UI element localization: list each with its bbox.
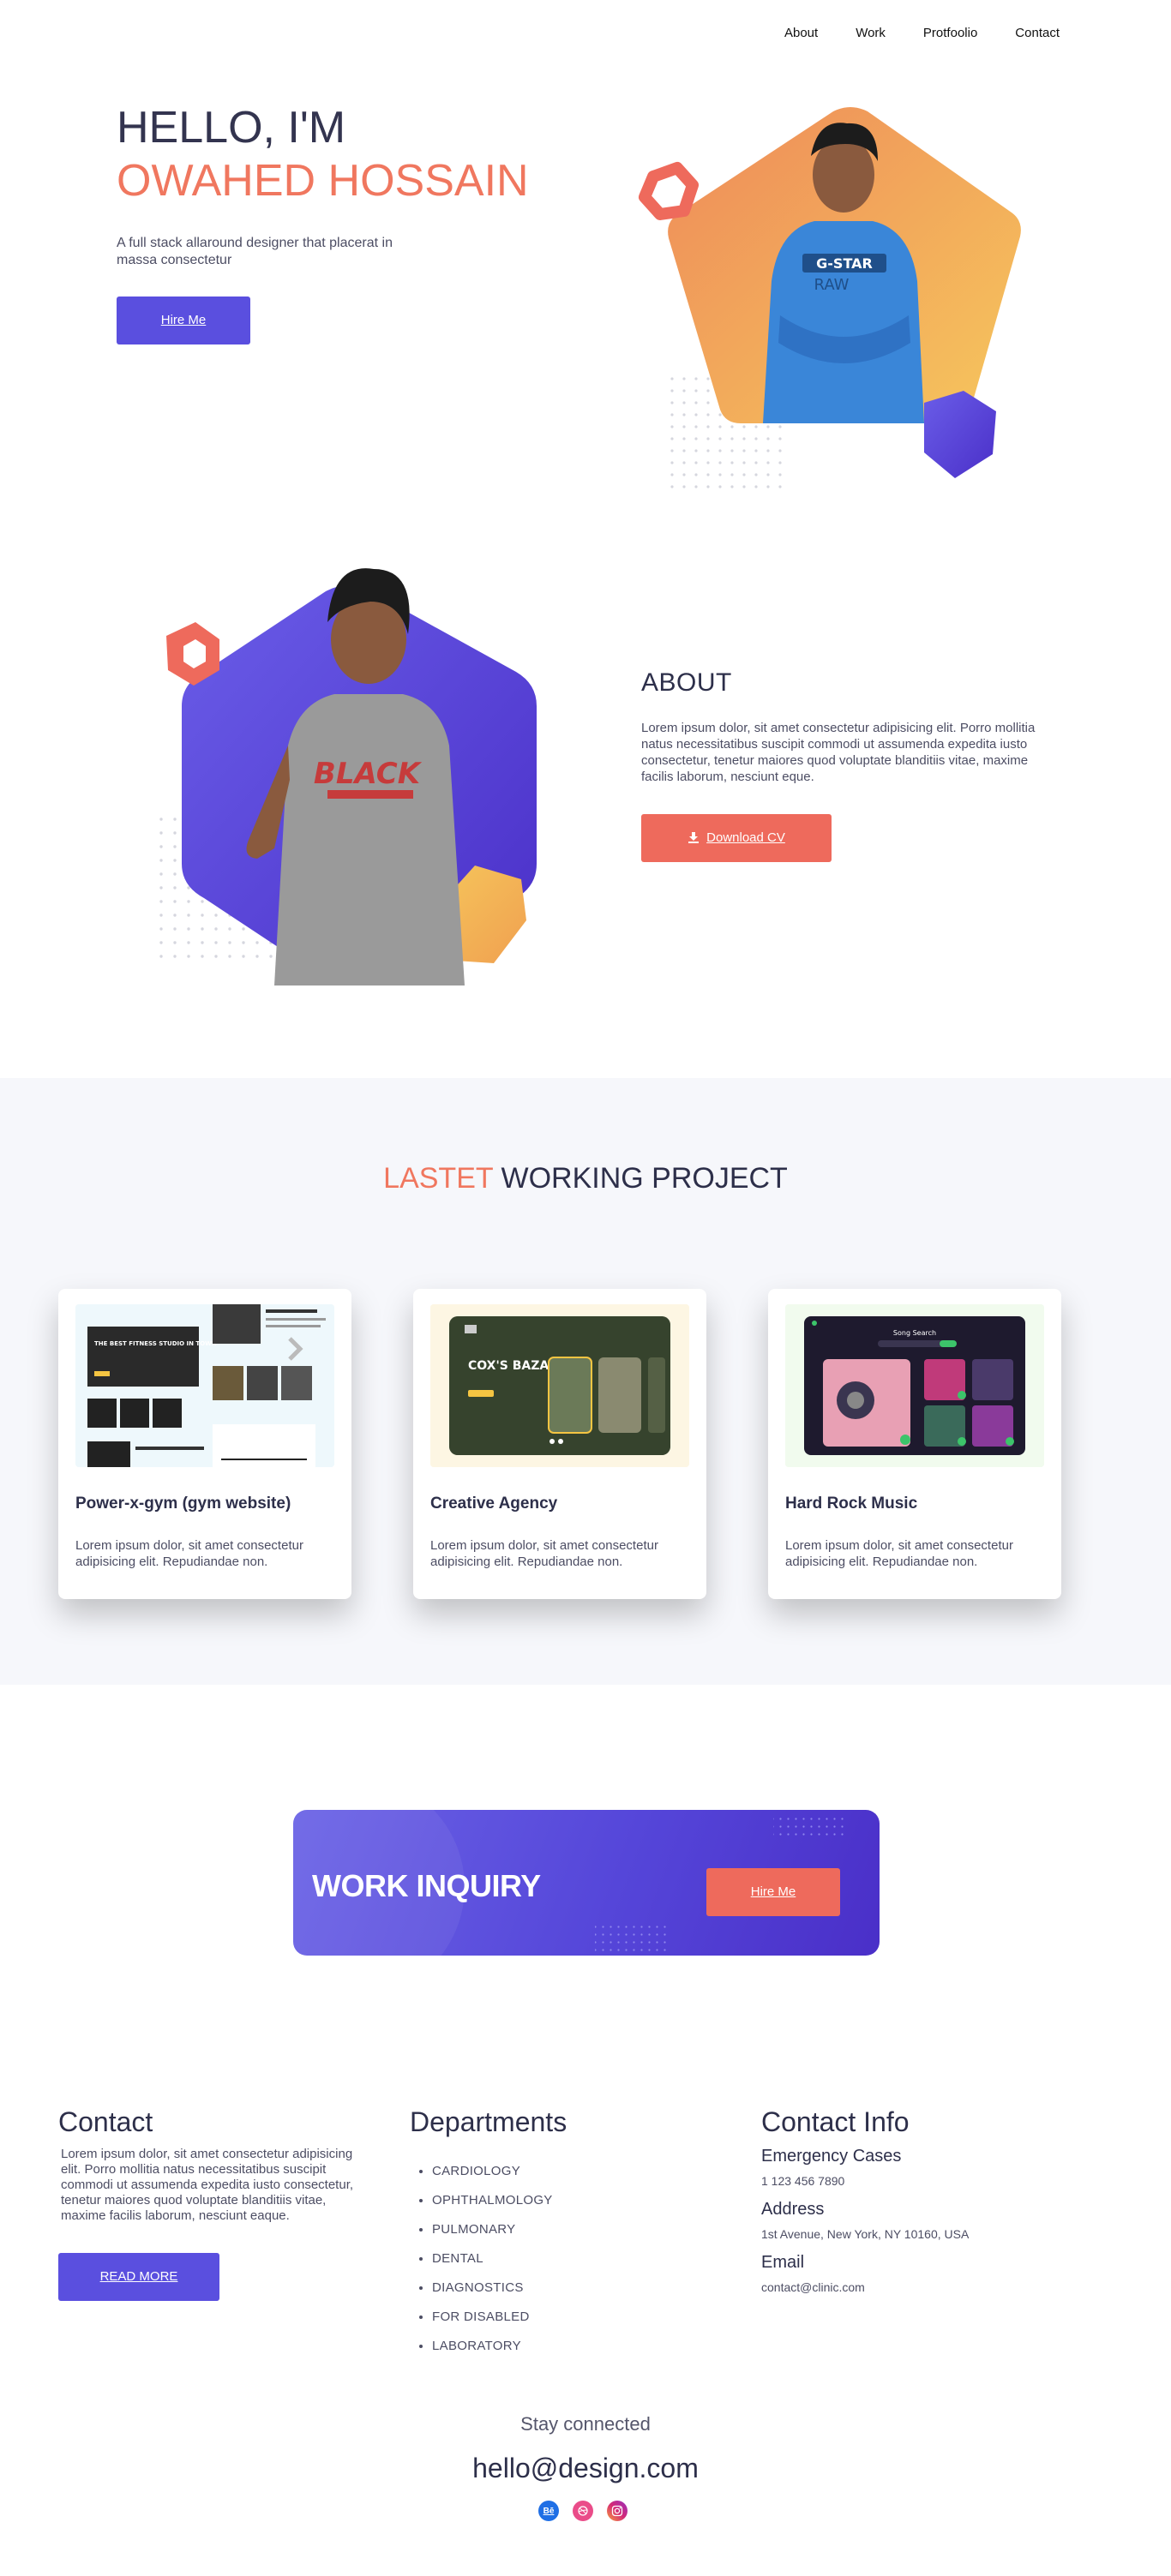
address-label: Address	[761, 2200, 825, 2219]
department-item[interactable]: DIAGNOSTICS	[432, 2273, 567, 2303]
inquiry-hire-me-button[interactable]: Hire Me	[706, 1868, 840, 1916]
department-item[interactable]: CARDIOLOGY	[432, 2157, 567, 2186]
project-description-gym: Lorem ipsum dolor, sit amet consectetur …	[75, 1538, 303, 1569]
contact-email[interactable]: hello@design.com	[0, 2453, 1171, 2484]
hero-illustration: G-STAR RAW	[639, 107, 1021, 492]
about-title: ABOUT	[641, 668, 732, 697]
department-item[interactable]: OPHTHALMOLOGY	[432, 2186, 567, 2215]
department-item[interactable]: FOR DISABLED	[432, 2303, 567, 2332]
svg-text:G-STAR: G-STAR	[816, 255, 873, 272]
gym-screenshot: THE BEST FITNESS STUDIO IN TOWN	[75, 1304, 334, 1467]
nav-link-contact[interactable]: Contact	[1015, 26, 1060, 40]
hero-greeting: HELLO, I'M	[117, 103, 346, 153]
hero-portrait: G-STAR RAW	[634, 101, 1029, 504]
project-description-music: Lorem ipsum dolor, sit amet consectetur …	[785, 1538, 1013, 1569]
emergency-phone[interactable]: 1 123 456 7890	[761, 2174, 969, 2188]
hero-text: HELLO, I'M OWAHED HOSSAIN A full stack a…	[117, 101, 529, 344]
projects-section: LASTET WORKING PROJECT THE BEST FITNESS …	[0, 1078, 1171, 1685]
project-card-gym[interactable]: THE BEST FITNESS STUDIO IN TOWN Power-x-	[58, 1289, 351, 1599]
footer-contact-text: Lorem ipsum dolor, sit amet consectetur …	[61, 2147, 354, 2223]
projects-title-accent: LASTET	[383, 1162, 494, 1195]
department-item[interactable]: LABORATORY	[432, 2332, 567, 2361]
inquiry-title: WORK INQUIRY	[312, 1868, 541, 1903]
nav-item-portfolio: Protfoolio	[923, 26, 977, 41]
footer-contact-info-title: Contact Info	[761, 2106, 910, 2137]
read-more-button[interactable]: READ MORE	[58, 2253, 219, 2301]
nav-link-about[interactable]: About	[784, 26, 818, 40]
footer-contact: Contact Lorem ipsum dolor, sit amet cons…	[58, 2106, 358, 2301]
departments-list: CARDIOLOGY OPHTHALMOLOGY PULMONARY DENTA…	[410, 2157, 567, 2361]
gym-hero-text: THE BEST FITNESS STUDIO IN TOWN	[94, 1340, 217, 1347]
nav-item-about: About	[784, 26, 818, 41]
music-screenshot: Song Search	[785, 1304, 1044, 1467]
top-nav: About Work Protfoolio Contact	[0, 0, 1171, 67]
shirt-print: BLACK	[314, 757, 423, 791]
download-cv-button[interactable]: Download CV	[641, 814, 832, 862]
project-thumbnail-gym: THE BEST FITNESS STUDIO IN TOWN	[75, 1304, 334, 1467]
nav-link-work[interactable]: Work	[856, 26, 886, 40]
footer-contact-info: Contact Info Emergency Cases 1 123 456 7…	[761, 2106, 969, 2294]
projects-title-rest: WORKING PROJECT	[501, 1162, 788, 1195]
project-description-agency: Lorem ipsum dolor, sit amet consectetur …	[430, 1538, 658, 1569]
about-text: ABOUT Lorem ipsum dolor, sit amet consec…	[641, 668, 1061, 862]
project-card-agency[interactable]: COX'S BAZAR Creative Agency Lorem ipsum …	[413, 1289, 706, 1599]
project-thumbnail-agency: COX'S BAZAR	[430, 1304, 689, 1467]
email-value[interactable]: contact@clinic.com	[761, 2280, 969, 2294]
hero-name: OWAHED HOSSAIN	[117, 156, 529, 206]
agency-hero-text: COX'S BAZAR	[468, 1359, 558, 1373]
department-item[interactable]: DENTAL	[432, 2244, 567, 2273]
dribbble-glyph	[578, 2506, 588, 2516]
nav-link-portfolio[interactable]: Protfoolio	[923, 26, 977, 40]
hero-description: A full stack allaround designer that pla…	[117, 236, 393, 267]
project-title-agency[interactable]: Creative Agency	[430, 1495, 557, 1513]
project-title-gym[interactable]: Power-x-gym (gym website)	[75, 1495, 291, 1513]
footer-contact-title: Contact	[58, 2106, 153, 2137]
project-thumbnail-music: Song Search	[785, 1304, 1044, 1467]
project-card-music[interactable]: Song Search Hard Rock Music Lorem ipsum …	[768, 1289, 1061, 1599]
nav-menu: About Work Protfoolio Contact	[784, 26, 1060, 41]
svg-text:RAW: RAW	[814, 276, 850, 294]
agency-screenshot: COX'S BAZAR	[430, 1304, 689, 1467]
download-icon	[688, 832, 700, 843]
behance-icon[interactable]: Bē	[538, 2501, 559, 2521]
project-title-music[interactable]: Hard Rock Music	[785, 1495, 917, 1513]
about-description: Lorem ipsum dolor, sit amet consectetur …	[641, 721, 1036, 784]
instagram-icon[interactable]	[607, 2501, 628, 2521]
about-portrait: BLACK	[146, 557, 557, 985]
address-value: 1st Avenue, New York, NY 10160, USA	[761, 2227, 970, 2241]
stay-connected-label: Stay connected	[520, 2413, 651, 2435]
dribbble-icon[interactable]	[573, 2501, 593, 2521]
about-illustration: BLACK	[158, 568, 537, 985]
hire-me-button[interactable]: Hire Me	[117, 297, 250, 344]
emergency-label: Emergency Cases	[761, 2147, 902, 2166]
projects-title: LASTET WORKING PROJECT	[0, 1162, 1171, 1195]
social-links: Bē	[538, 2501, 628, 2521]
instagram-glyph	[611, 2505, 623, 2517]
nav-item-work: Work	[856, 26, 886, 41]
department-item[interactable]: PULMONARY	[432, 2215, 567, 2244]
music-hero-text: Song Search	[893, 1329, 936, 1337]
nav-item-contact: Contact	[1015, 26, 1060, 41]
email-label: Email	[761, 2253, 805, 2272]
footer-departments-title: Departments	[410, 2106, 567, 2137]
footer-departments: Departments CARDIOLOGY OPHTHALMOLOGY PUL…	[410, 2106, 567, 2361]
work-inquiry-banner: WORK INQUIRY Hire Me	[293, 1810, 880, 1956]
download-cv-label: Download CV	[706, 830, 785, 845]
